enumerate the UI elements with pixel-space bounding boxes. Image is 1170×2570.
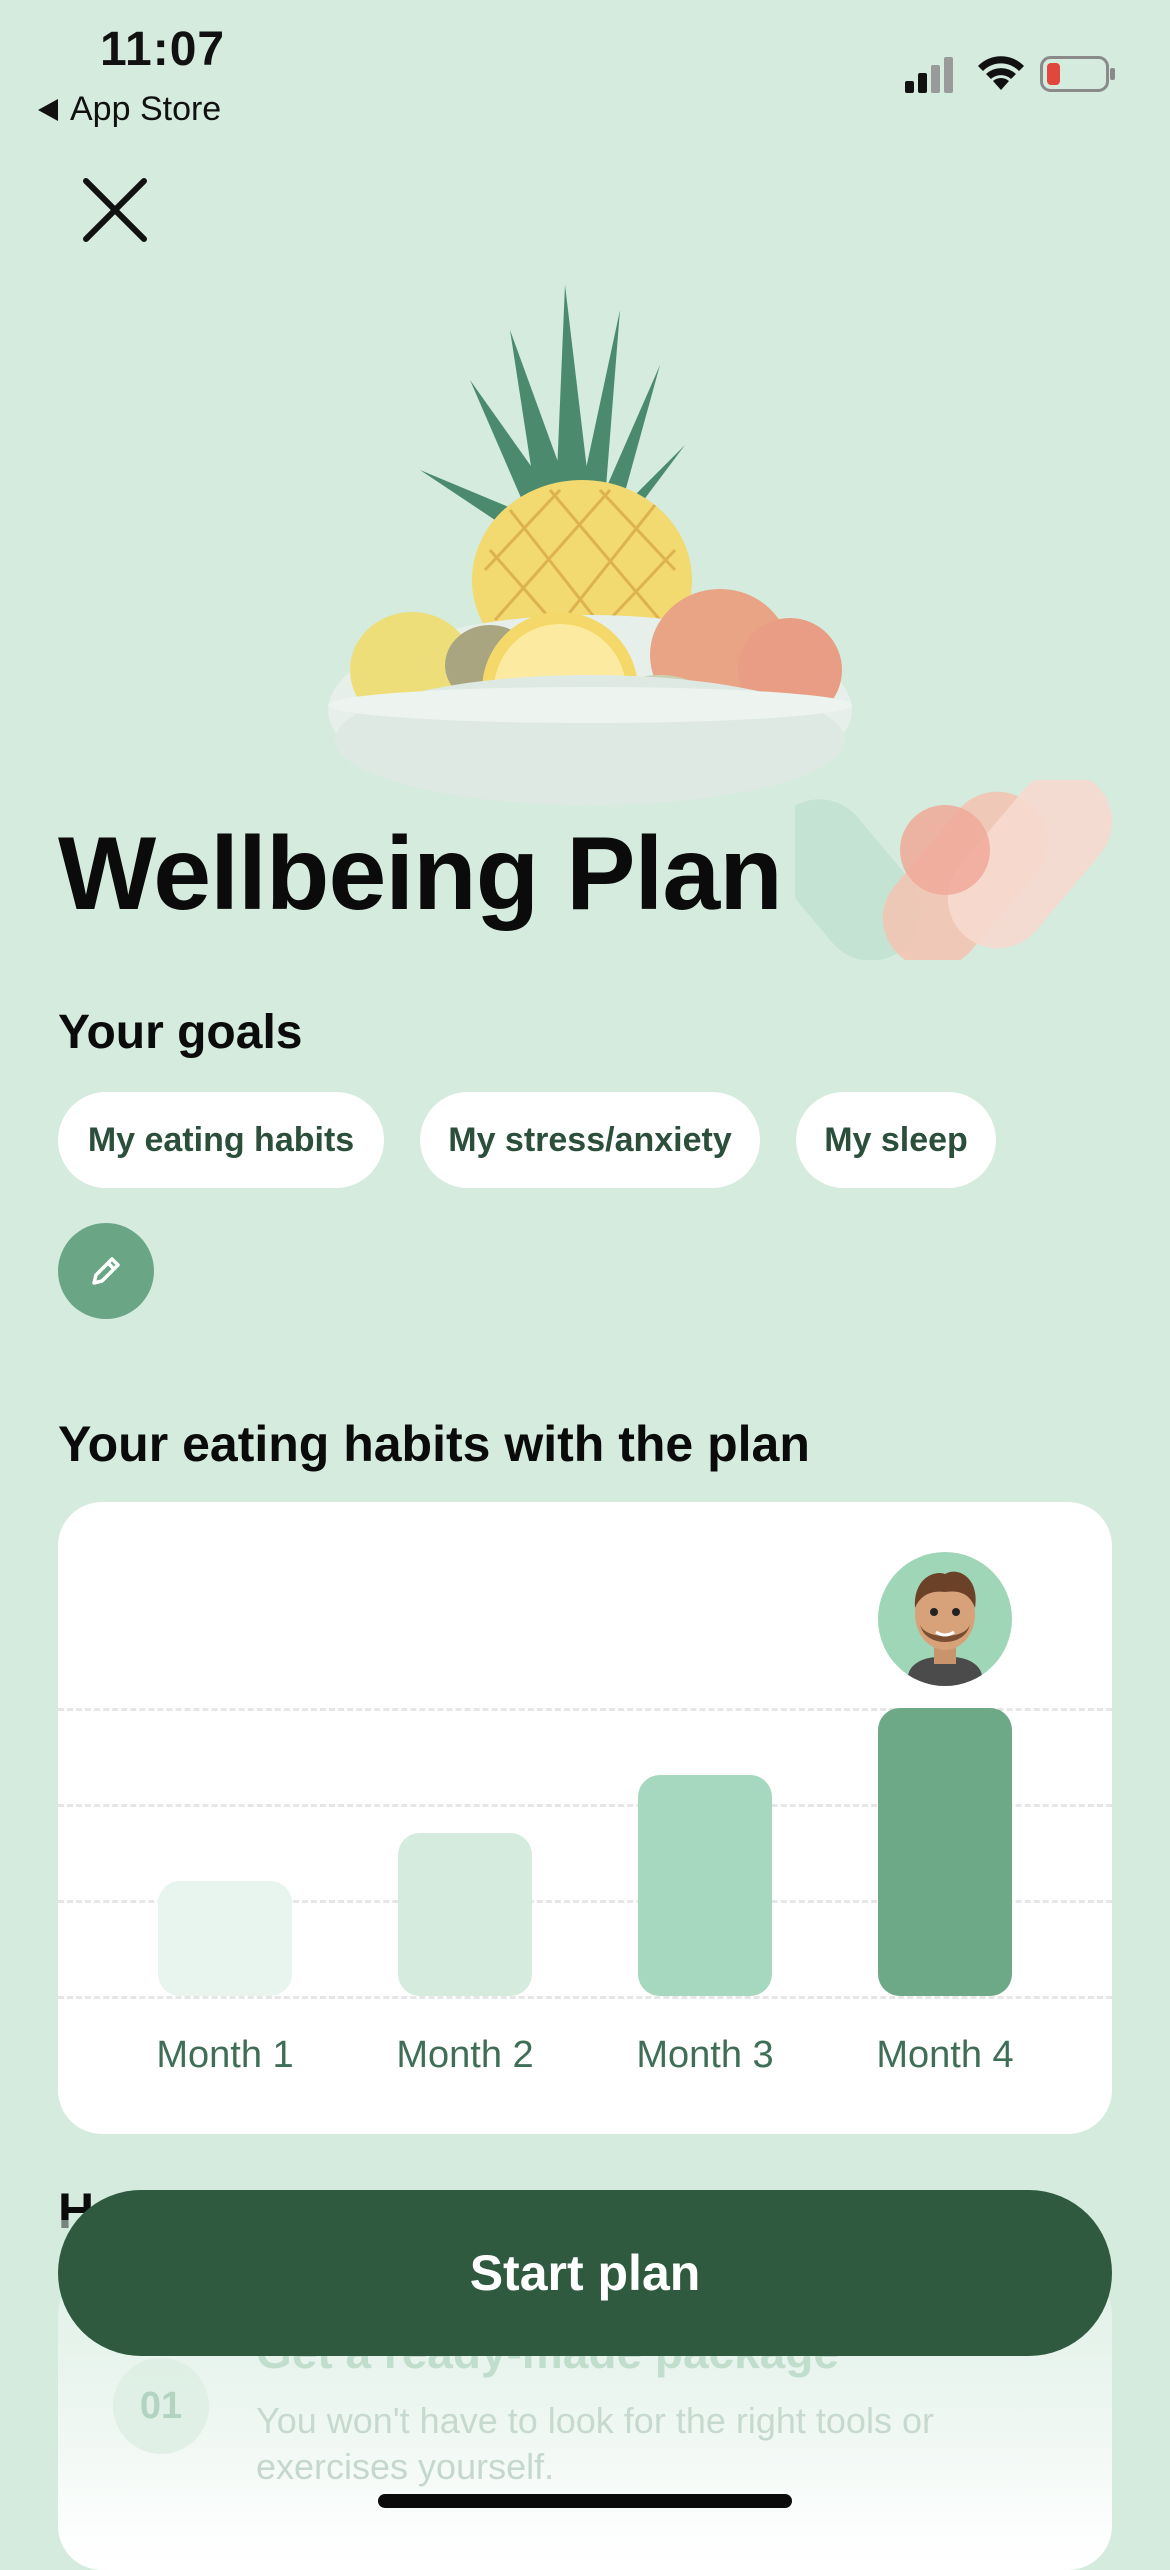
chart-x-label: Month 3 — [636, 2034, 774, 2076]
goals-heading: Your goals — [58, 1006, 303, 1059]
wifi-icon — [978, 56, 1024, 90]
chart-heading: Your eating habits with the plan — [58, 1416, 810, 1472]
close-icon[interactable] — [80, 175, 150, 245]
avatar — [878, 1552, 1012, 1686]
step-description: You won't have to look for the right too… — [256, 2400, 934, 2487]
back-to-app-store-link[interactable]: App Store — [38, 90, 221, 129]
eating-habits-chart: Month 1 Month 2 Month 3 Month 4 — [58, 1502, 1112, 2134]
fruit-bowl-illustration — [328, 285, 852, 805]
battery-low-icon — [1040, 56, 1115, 92]
hearts-decoration — [795, 780, 1113, 960]
page-title: Wellbeing Plan — [58, 816, 783, 932]
goal-chip-sleep[interactable]: My sleep — [796, 1092, 996, 1188]
start-plan-button[interactable]: Start plan — [58, 2190, 1112, 2356]
back-triangle-icon — [38, 98, 58, 121]
home-indicator — [378, 2494, 792, 2508]
gridline — [58, 1996, 1112, 1999]
pencil-icon — [92, 1257, 120, 1285]
chart-bar-4 — [878, 1708, 1012, 1996]
signal-icon — [905, 57, 953, 93]
chart-bar-2 — [398, 1833, 532, 1996]
chart-x-label: Month 4 — [876, 2034, 1014, 2076]
step-number-badge: 01 — [113, 2358, 209, 2454]
status-time: 11:07 — [100, 23, 226, 76]
back-app-label: App Store — [70, 90, 222, 128]
edit-goals-button[interactable] — [58, 1223, 154, 1319]
chart-x-label: Month 2 — [396, 2034, 534, 2076]
goal-chip-eating-habits[interactable]: My eating habits — [58, 1092, 384, 1188]
chart-x-label: Month 1 — [156, 2034, 294, 2076]
chart-bar-3 — [638, 1775, 772, 1996]
chart-bar-1 — [158, 1881, 292, 1996]
goal-chip-stress-anxiety[interactable]: My stress/anxiety — [420, 1092, 760, 1188]
avatar-face-icon — [908, 1571, 982, 1686]
